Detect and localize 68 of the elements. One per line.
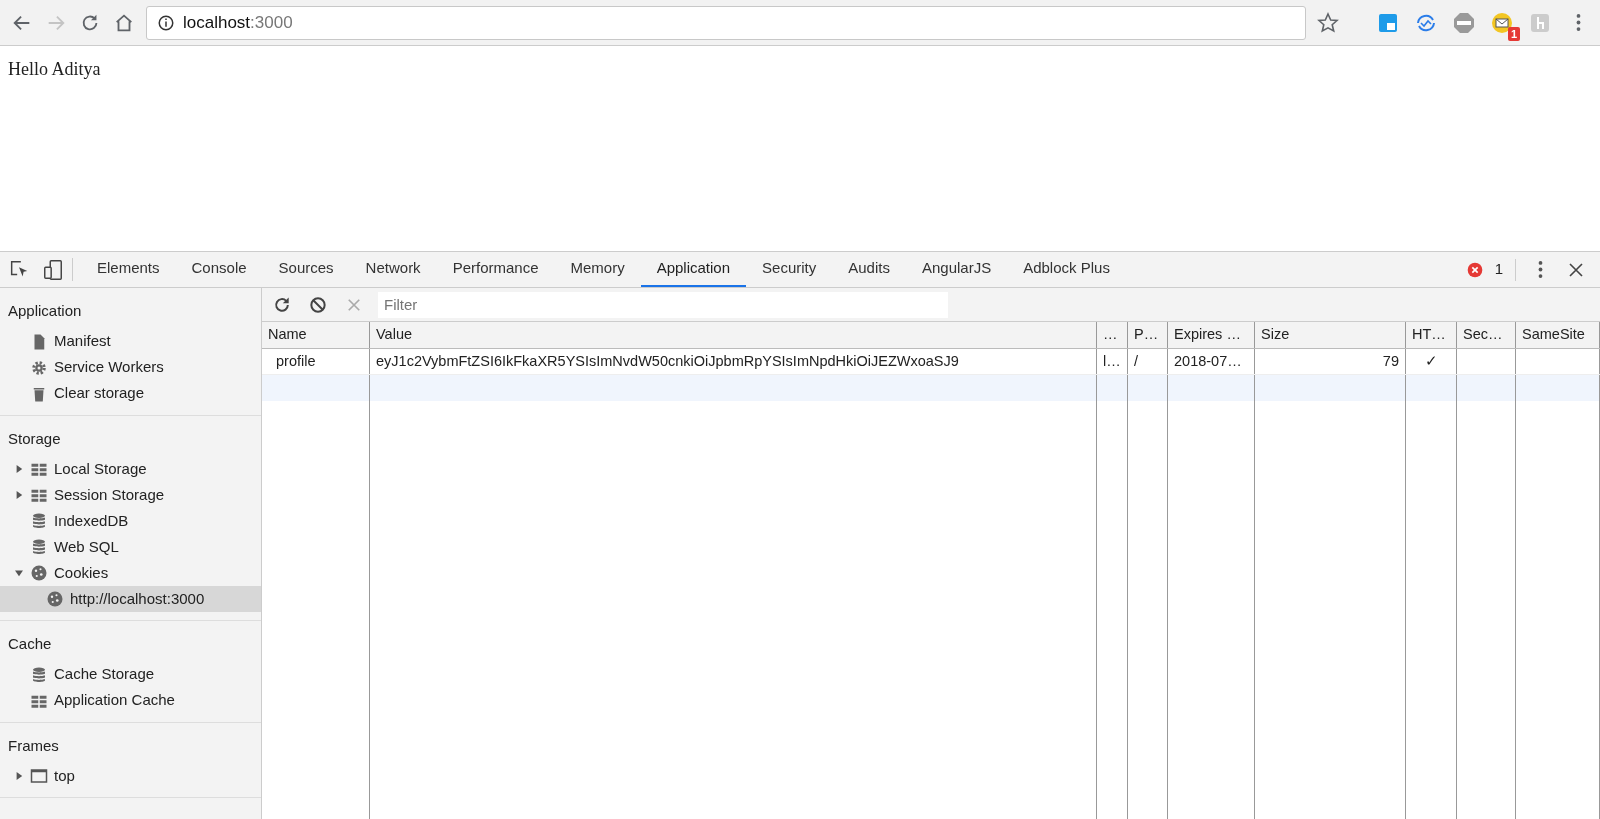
column-header[interactable]: SameSite <box>1516 322 1600 348</box>
devtools-tab[interactable]: Audits <box>832 252 906 287</box>
devtools-tab[interactable]: Sources <box>262 252 350 287</box>
devtools-tab[interactable]: AngularJS <box>905 252 1008 287</box>
devtools-tab[interactable]: Network <box>349 252 437 287</box>
kebab-menu-icon <box>1537 261 1543 278</box>
sidebar-item[interactable]: Local Storage <box>0 456 261 482</box>
error-count: 1 <box>1494 259 1503 280</box>
sidebar-item[interactable]: Manifest <box>0 328 261 355</box>
info-icon <box>157 13 175 32</box>
expanded-arrow-icon[interactable] <box>15 569 23 577</box>
column-header[interactable]: P… <box>1128 322 1168 348</box>
section-heading: Frames <box>7 735 60 756</box>
devtools-tab[interactable]: Security <box>746 252 833 287</box>
menu-icon <box>1575 14 1581 31</box>
section-heading: Application <box>7 301 83 321</box>
sidebar-item[interactable]: Cache Storage <box>0 661 261 688</box>
cookie-icon <box>46 590 64 608</box>
address-bar[interactable]: localhost:3000 <box>146 5 1306 40</box>
filter-field[interactable]: Filter <box>378 291 948 318</box>
url-text: localhost:3000 <box>183 11 293 34</box>
error-icon <box>1466 261 1483 278</box>
device-icon[interactable] <box>42 258 64 281</box>
frame-icon <box>30 767 48 785</box>
table-cell: ✓ <box>1406 349 1457 374</box>
table-cell: 79 <box>1255 349 1406 374</box>
sidebar-item[interactable]: top <box>0 763 261 789</box>
database-icon <box>30 538 48 556</box>
database-icon <box>30 512 48 530</box>
devtools-tab[interactable]: Console <box>175 252 263 287</box>
section-heading: Storage <box>7 428 62 449</box>
sidebar-item[interactable]: Cookies <box>0 560 261 586</box>
database-icon <box>30 665 48 684</box>
collapsed-arrow-icon[interactable] <box>15 772 23 780</box>
close-icon <box>1567 260 1585 279</box>
devtools-tab[interactable]: Performance <box>436 252 555 287</box>
sidebar-item[interactable]: Application Cache <box>0 687 261 714</box>
notification-badge: 1 <box>1507 26 1520 41</box>
section-heading: Cache <box>7 634 53 654</box>
table-cell: 2018-07… <box>1168 349 1255 374</box>
devtools-tab[interactable]: Memory <box>554 252 641 287</box>
octagon-extension-icon[interactable] <box>1452 10 1476 35</box>
collapsed-arrow-icon[interactable] <box>15 465 23 473</box>
column-header[interactable]: Sec… <box>1457 322 1516 348</box>
column-header[interactable]: Name <box>262 322 370 348</box>
cookie-icon <box>30 564 48 582</box>
sidebar-item[interactable]: Web SQL <box>0 534 261 560</box>
page-text: Hello Aditya <box>8 58 102 81</box>
devtools-tab[interactable]: Elements <box>81 252 176 287</box>
devtools-tab[interactable]: Adblock Plus <box>1007 252 1126 287</box>
table-cell: / <box>1128 349 1168 374</box>
collapsed-arrow-icon[interactable] <box>15 491 23 499</box>
star-icon[interactable] <box>1316 10 1340 35</box>
sidebar-item[interactable]: Clear storage <box>0 380 261 407</box>
gear-icon <box>30 358 48 377</box>
table-cell: profile <box>262 349 370 374</box>
column-header[interactable]: Expires … <box>1168 322 1255 348</box>
column-header[interactable]: HT… <box>1406 322 1457 348</box>
column-header[interactable]: Size <box>1255 322 1406 348</box>
sidebar-item[interactable]: Session Storage <box>0 482 261 508</box>
sidebar-item[interactable]: IndexedDB <box>0 508 261 534</box>
sidebar-item[interactable]: http://localhost:3000 <box>0 586 261 612</box>
table-cell: eyJ1c2VybmFtZSI6IkFkaXR5YSIsImNvdW50cnkiOiJpbmRpYSIsImNpdHkiOiJEZWxoaSJ9 <box>370 349 1097 374</box>
sidebar-item[interactable]: Service Workers <box>0 354 261 381</box>
column-header[interactable]: … <box>1097 322 1128 348</box>
column-header[interactable]: Value <box>370 322 1097 348</box>
table-cell: l… <box>1097 349 1128 374</box>
block-icon <box>308 294 328 315</box>
